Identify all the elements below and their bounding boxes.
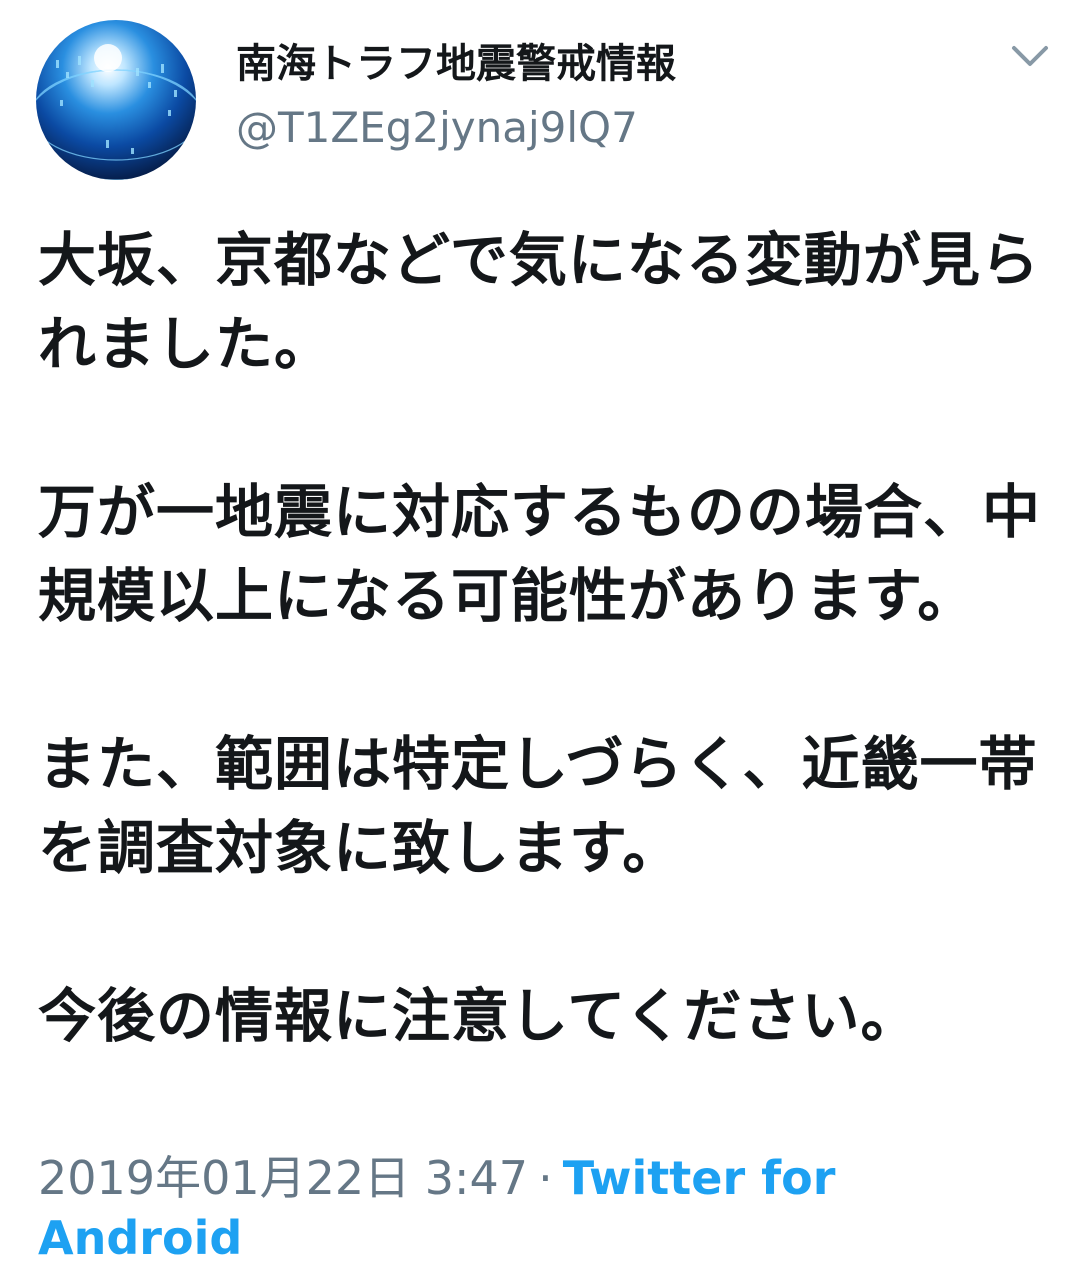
tweet-meta: 2019年01月22日 3:47 · Twitter for Android: [38, 1148, 1048, 1268]
tweet-paragraph: また、範囲は特定しづらく、近畿一帯を調査対象に致します。: [38, 730, 1038, 882]
tweet-card: 南海トラフ地震警戒情報 @T1ZEg2jynaj9lQ7 大坂、京都などで気にな…: [0, 0, 1080, 1279]
tweet-paragraph: 大坂、京都などで気になる変動が見られました。: [38, 226, 1040, 378]
globe-digital-avatar-icon: [36, 44, 196, 180]
tweet-text: 大坂、京都などで気になる変動が見られました。 万が一地震に対応するものの場合、中…: [38, 218, 1048, 1058]
tweet-paragraph: 今後の情報に注意してください。: [38, 982, 920, 1050]
avatar[interactable]: [36, 20, 196, 180]
chevron-down-icon[interactable]: [1008, 40, 1052, 72]
user-handle[interactable]: @T1ZEg2jynaj9lQ7: [236, 100, 638, 156]
tweet-paragraph: 万が一地震に対応するものの場合、中規模以上になる可能性があります。: [38, 478, 1042, 630]
display-name[interactable]: 南海トラフ地震警戒情報: [236, 36, 676, 92]
meta-separator: ·: [538, 1151, 553, 1205]
timestamp[interactable]: 2019年01月22日 3:47: [38, 1151, 528, 1205]
